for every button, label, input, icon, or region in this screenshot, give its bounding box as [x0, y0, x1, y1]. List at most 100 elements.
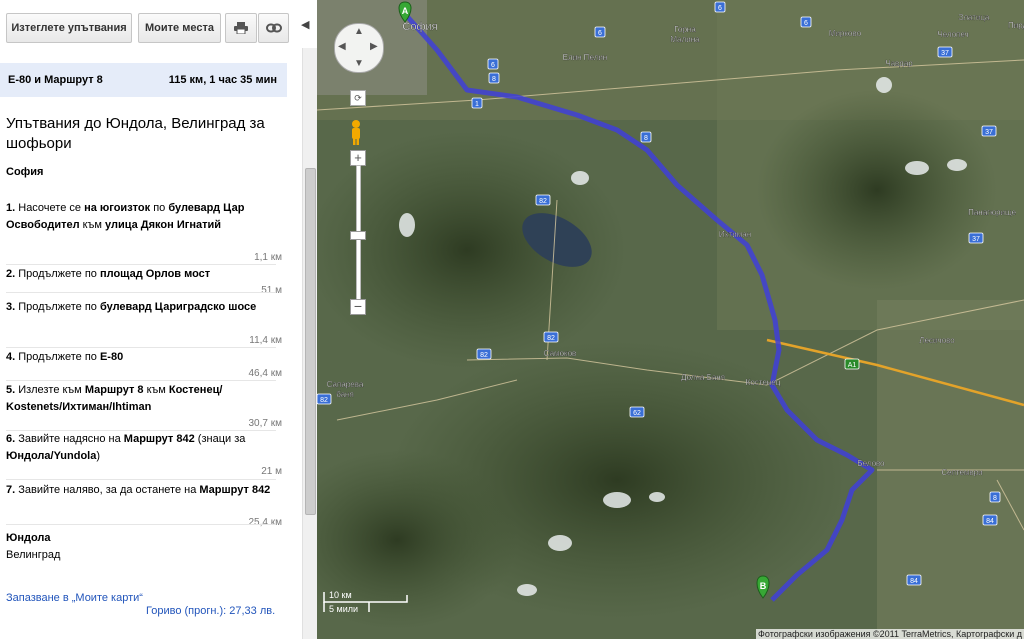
step-distance: 11,4 км	[249, 335, 282, 346]
road-shield: 37	[981, 125, 997, 137]
step-divider	[6, 380, 276, 381]
route-summary[interactable]: Е-80 и Маршрут 8 115 км, 1 час 35 мин	[0, 63, 287, 97]
svg-text:A: A	[402, 6, 409, 16]
map-place-label: Ихтиман	[719, 230, 751, 239]
pan-left-icon[interactable]: ◀	[338, 41, 346, 52]
map-place-label: Златица	[959, 13, 990, 22]
map-place-label: Белово	[857, 459, 885, 468]
scale-km-label: 10 км	[329, 590, 352, 600]
road-shield: 8	[989, 491, 1001, 503]
pan-control[interactable]: ▲ ▼ ◀ ▶	[334, 23, 384, 73]
link-icon	[265, 23, 282, 33]
end-location-city: Велинград	[6, 549, 61, 561]
map-place-label: баня	[336, 390, 354, 399]
step-distance: 30,7 км	[248, 418, 283, 429]
pan-right-icon[interactable]: ▶	[370, 41, 378, 52]
satellite-map[interactable]: София ГорнаМалина Елин Пелин Мирково Златица…	[317, 0, 1024, 639]
step-divider	[6, 479, 276, 480]
directions-title: Упътвания до Юндола, Велинград за шофьор…	[6, 115, 265, 152]
map-place-label: Челопеч	[937, 30, 968, 39]
map-place-label: Сапарева	[327, 380, 364, 389]
save-to-my-maps-link[interactable]: Запазване в „Моите карти“	[6, 592, 143, 604]
road-shield: 37	[937, 46, 953, 58]
fuel-estimate-link[interactable]: Гориво (прогн.): 27,33 лв.	[146, 605, 275, 617]
map-place-label: Септември	[941, 468, 982, 477]
map-place-label: София	[402, 21, 437, 33]
road-shield: 6	[714, 1, 726, 13]
road-shield: 82	[317, 393, 332, 405]
direction-step[interactable]: 2. Продължете по площад Орлов мост	[6, 266, 276, 283]
road-shield: 84	[982, 514, 998, 526]
hide-directions-button[interactable]: Изтеглете упътвания	[6, 13, 132, 43]
map-place-label: Самоков	[544, 349, 577, 358]
step-divider	[6, 347, 276, 348]
svg-text:1: 1	[475, 101, 479, 108]
svg-text:84: 84	[910, 578, 918, 585]
scale-mi-label: 5 мили	[329, 604, 358, 614]
svg-text:6: 6	[598, 30, 602, 37]
map-place-label: Лесичово	[919, 336, 955, 345]
scrollbar-thumb[interactable]	[305, 168, 316, 515]
step-distance: 25,4 км	[248, 517, 283, 528]
road-shield: 6	[487, 58, 499, 70]
step-divider	[6, 264, 276, 265]
direction-step[interactable]: 5. Излезте към Маршрут 8 към Костенец/ K…	[6, 382, 276, 416]
my-places-button[interactable]: Моите места	[138, 13, 221, 43]
direction-step[interactable]: 6. Завийте надясно на Маршрут 842 (знаци…	[6, 431, 276, 465]
svg-text:37: 37	[972, 236, 980, 243]
collapse-panel-button[interactable]: ◀	[297, 0, 317, 48]
svg-text:82: 82	[480, 352, 488, 359]
route-summary-distance: 115 км, 1 час 35 мин	[168, 74, 277, 86]
printer-icon	[234, 22, 248, 34]
map-place-label: Панагюрище	[968, 208, 1016, 217]
zoom-slider-handle[interactable]	[350, 231, 366, 240]
map-place-label: Пирдоп	[1008, 21, 1024, 30]
direction-step[interactable]: 3. Продължете по булевард Цариградско шо…	[6, 299, 276, 316]
svg-text:6: 6	[491, 62, 495, 69]
map-place-label: Малина	[670, 35, 700, 44]
road-shield: 8	[488, 72, 500, 84]
direction-step[interactable]: 4. Продължете по Е-80	[6, 349, 276, 366]
road-shield: 82	[535, 194, 551, 206]
map-place-label: Горна	[674, 25, 696, 34]
svg-text:8: 8	[492, 76, 496, 83]
panel-scrollbar[interactable]	[302, 48, 317, 639]
map-place-label: Мирково	[829, 29, 862, 38]
step-divider	[6, 292, 276, 293]
directions-panel: Изтеглете упътвания Моите места Е-80 и М…	[0, 0, 296, 639]
pegman-icon[interactable]	[348, 119, 364, 145]
road-shield: 6	[800, 16, 812, 28]
direction-step[interactable]: 1. Насочете се на югоизток по булевард Ц…	[6, 200, 276, 234]
road-shield: A1	[844, 358, 860, 370]
svg-text:37: 37	[985, 129, 993, 136]
zoom-out-button[interactable]: −	[350, 299, 366, 315]
svg-text:84: 84	[986, 518, 994, 525]
map-place-label: Чавдар	[885, 59, 913, 68]
svg-text:6: 6	[718, 5, 722, 12]
map-attribution: Фотографски изображения ©2011 TerraMetri…	[756, 629, 1024, 639]
svg-text:6: 6	[804, 20, 808, 27]
svg-text:B: B	[760, 581, 767, 591]
rotate-icon[interactable]: ⟳	[350, 90, 366, 106]
pan-down-icon[interactable]: ▼	[354, 58, 364, 69]
road-shield: 84	[906, 574, 922, 586]
step-distance: 21 м	[261, 466, 282, 477]
svg-text:82: 82	[539, 198, 547, 205]
road-shield: 82	[476, 348, 492, 360]
link-button[interactable]	[258, 13, 289, 43]
road-shield: 8	[640, 131, 652, 143]
step-distance: 51 м	[261, 285, 282, 296]
svg-text:A1: A1	[848, 362, 857, 369]
map-view[interactable]: София Горна Малина Елин Пелин Мирково Златица…	[317, 0, 1024, 639]
print-button[interactable]	[225, 13, 257, 43]
pan-up-icon[interactable]: ▲	[354, 26, 364, 37]
road-shield: 62	[629, 406, 645, 418]
zoom-in-button[interactable]: +	[350, 150, 366, 166]
map-place-label: Елин Пелин	[563, 53, 608, 62]
step-distance: 1,1 км	[254, 252, 282, 263]
start-location: София	[6, 166, 44, 178]
road-shield: 37	[968, 232, 984, 244]
step-divider	[6, 524, 276, 525]
svg-text:62: 62	[633, 410, 641, 417]
direction-step[interactable]: 7. Завийте наляво, за да останете на Мар…	[6, 482, 276, 499]
